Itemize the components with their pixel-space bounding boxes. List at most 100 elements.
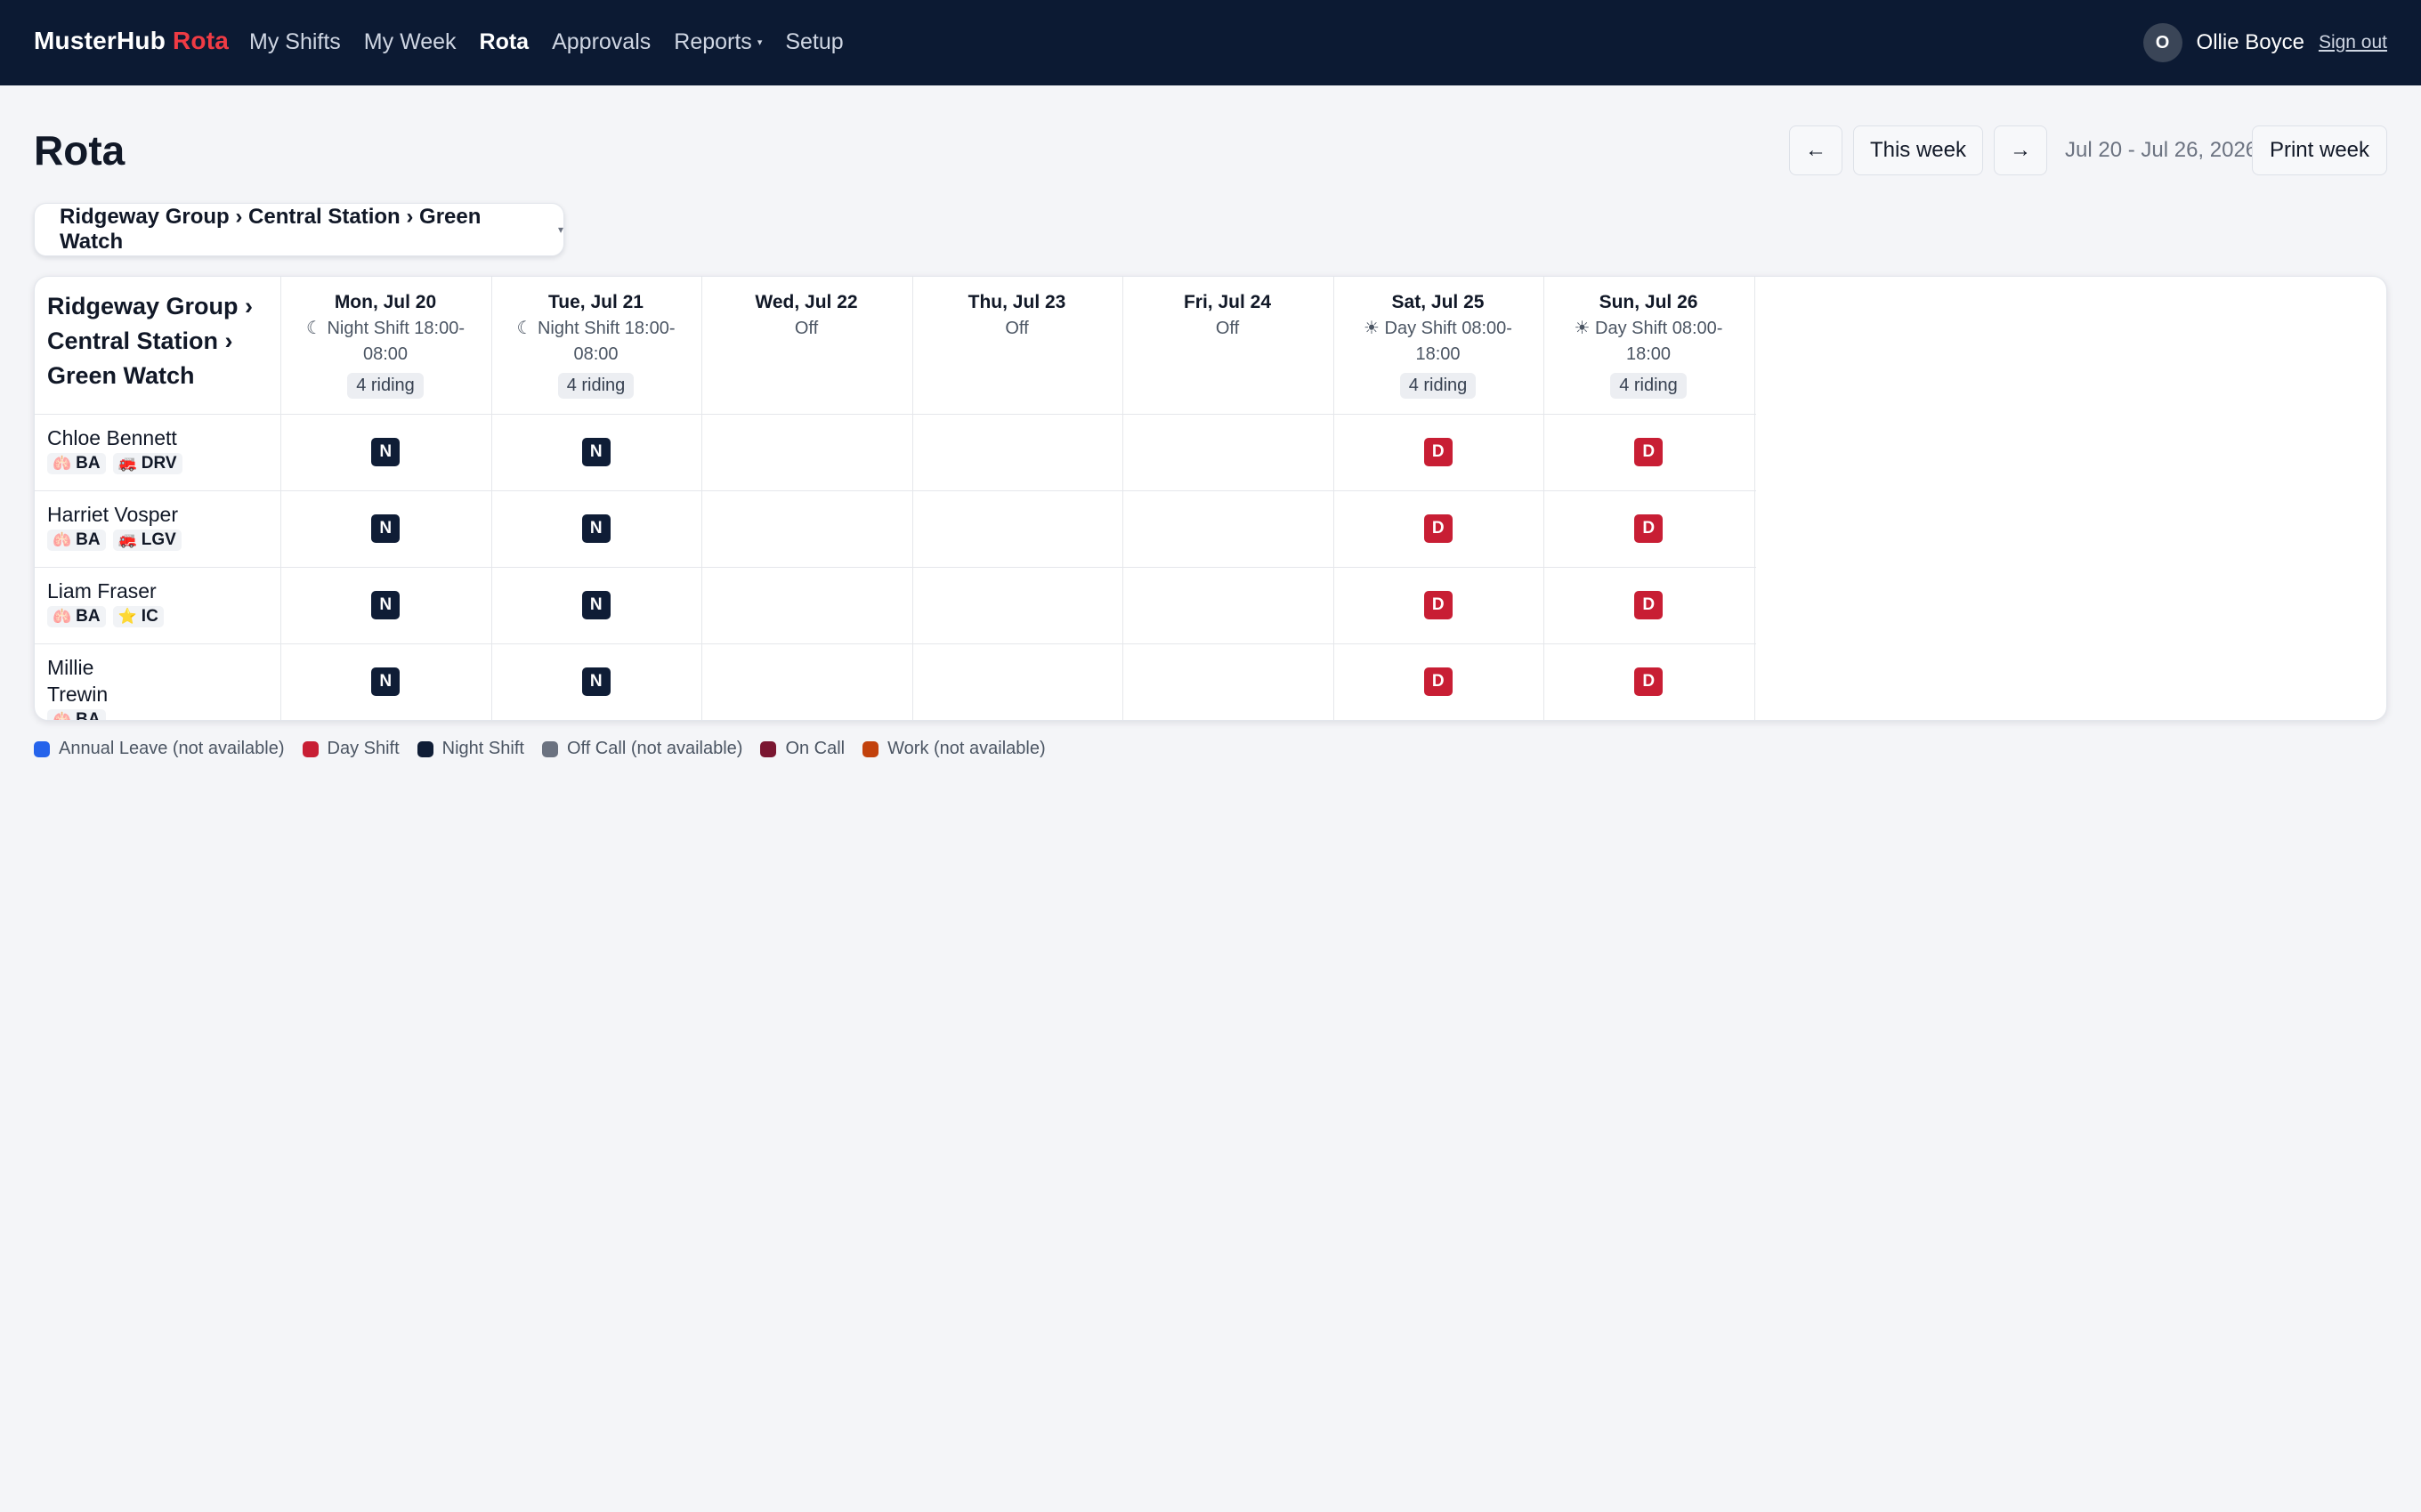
skill-tags: 🫁 BA (47, 709, 108, 720)
day-shift-text: Day Shift 08:00-18:00 (1595, 319, 1723, 364)
star-icon: ⭐ (117, 608, 137, 625)
next-week-button[interactable]: → (1994, 125, 2047, 175)
skill-tag: 🫁 BA (47, 453, 106, 474)
legend-item: Off Call (not available) (541, 739, 743, 759)
nav-rota[interactable]: Rota (480, 29, 530, 55)
caret-down-icon: ▾ (757, 37, 763, 48)
day-header: Thu, Jul 23 Off (912, 289, 1122, 342)
legend-item: Annual Leave (not available) (34, 739, 285, 759)
legend-swatch (302, 740, 319, 757)
skill-tag: 🫁 BA (47, 709, 106, 720)
shift-legend: Annual Leave (not available) Day Shift Nig… (34, 739, 1064, 759)
print-week-button[interactable]: Print week (2252, 125, 2387, 175)
person-name[interactable]: Millie Trewin (47, 654, 108, 707)
night-shift-badge[interactable]: N (581, 514, 611, 543)
person-cell: Liam Fraser 🫁 BA ⭐ IC (47, 578, 164, 627)
day-shift-badge[interactable]: D (1634, 591, 1664, 619)
grid-column-divider (1753, 277, 1755, 720)
previous-week-button[interactable]: ← (1789, 125, 1842, 175)
person-cell: Millie Trewin 🫁 BA (47, 654, 108, 720)
day-shift-text: Day Shift 08:00-18:00 (1384, 319, 1512, 364)
nav-approvals[interactable]: Approvals (552, 29, 651, 55)
person-name[interactable]: Liam Fraser (47, 578, 164, 604)
this-week-button[interactable]: This week (1853, 125, 1983, 175)
day-shift-label: Off (701, 316, 911, 342)
legend-swatch (862, 740, 879, 757)
skill-tag: 🚒 LGV (112, 530, 182, 551)
day-shift-label: ☀ Day Shift 08:00-18:00 (1543, 316, 1753, 368)
night-shift-badge[interactable]: N (371, 667, 401, 696)
skill-code: BA (76, 530, 101, 549)
day-shift-label: Off (912, 316, 1122, 342)
day-shift-label: ☾ Night Shift 18:00-08:00 (491, 316, 701, 368)
day-name: Mon, Jul 20 (334, 292, 437, 312)
legend-swatch (417, 740, 433, 757)
avatar[interactable]: O (2142, 23, 2182, 62)
sign-out-link[interactable]: Sign out (2319, 32, 2387, 53)
lungs-icon: 🫁 (53, 608, 72, 625)
night-shift-badge[interactable]: N (371, 438, 401, 466)
skill-code: BA (76, 607, 101, 626)
skill-tag: 🫁 BA (47, 606, 106, 627)
riding-count-badge: 4 riding (347, 373, 424, 399)
grid-unit-title: Ridgeway Group › Central Station › Green… (47, 293, 254, 389)
day-shift-badge[interactable]: D (1634, 438, 1664, 466)
night-shift-badge[interactable]: N (581, 591, 611, 619)
day-shift-label: Off (1122, 316, 1332, 342)
day-shift-badge[interactable]: D (1634, 667, 1664, 696)
day-shift-label: ☾ Night Shift 18:00-08:00 (280, 316, 490, 368)
grid-column-divider (701, 277, 702, 720)
day-name: Thu, Jul 23 (968, 292, 1066, 312)
night-shift-badge[interactable]: N (371, 591, 401, 619)
day-name: Wed, Jul 22 (755, 292, 858, 312)
brand-accent: Rota (173, 27, 230, 54)
legend-item: Day Shift (302, 739, 400, 759)
nav-reports-label: Reports (674, 29, 752, 54)
day-shift-badge[interactable]: D (1423, 438, 1453, 466)
grid-row-divider (35, 643, 1756, 644)
legend-item: On Call (760, 739, 845, 759)
person-cell: Harriet Vosper 🫁 BA 🚒 LGV (47, 501, 182, 551)
day-name: Fri, Jul 24 (1183, 292, 1272, 312)
day-shift-badge[interactable]: D (1423, 591, 1453, 619)
day-name: Sat, Jul 25 (1391, 292, 1485, 312)
unit-selector-value: Ridgeway Group › Central Station › Green… (60, 205, 482, 254)
fire-engine-icon: 🚒 (117, 531, 137, 548)
person-name[interactable]: Harriet Vosper (47, 501, 182, 528)
night-shift-badge[interactable]: N (581, 667, 611, 696)
day-shift-text: Night Shift 18:00-08:00 (327, 319, 466, 364)
lungs-icon: 🫁 (53, 455, 72, 472)
legend-label: Off Call (not available) (566, 739, 743, 758)
nav-my-week[interactable]: My Week (364, 29, 457, 55)
nav-reports[interactable]: Reports ▾ (674, 29, 762, 55)
nav-my-shifts[interactable]: My Shifts (249, 29, 341, 55)
day-header: Sun, Jul 26 ☀ Day Shift 08:00-18:00 4 ridi… (1543, 289, 1753, 399)
night-shift-badge[interactable]: N (581, 438, 611, 466)
arrow-left-icon: ← (1805, 138, 1826, 162)
day-header: Fri, Jul 24 Off (1122, 289, 1332, 342)
nav-setup[interactable]: Setup (785, 29, 843, 55)
legend-swatch (760, 740, 777, 757)
app-logo[interactable]: MusterHub Rota (34, 27, 229, 55)
legend-label: Annual Leave (not available) (59, 739, 285, 758)
unit-selector[interactable]: Ridgeway Group › Central Station › Green… (34, 203, 564, 256)
night-shift-badge[interactable]: N (371, 514, 401, 543)
page-title: Rota (34, 127, 126, 174)
skill-tag: 🚒 DRV (112, 453, 182, 474)
day-shift-text: Night Shift 18:00-08:00 (537, 319, 676, 364)
person-name[interactable]: Chloe Bennett (47, 424, 182, 451)
day-name: Tue, Jul 21 (548, 292, 644, 312)
brand-name: MusterHub (34, 27, 166, 54)
day-shift-badge[interactable]: D (1634, 514, 1664, 543)
day-shift-label: ☀ Day Shift 08:00-18:00 (1333, 316, 1543, 368)
grid-row-divider (35, 414, 1756, 415)
legend-label: Day Shift (327, 739, 400, 758)
date-range-label: Jul 20 - Jul 26, 2026 (2065, 138, 2258, 162)
skill-code: LGV (141, 530, 176, 549)
legend-label: On Call (785, 739, 846, 758)
lungs-icon: 🫁 (53, 531, 72, 548)
skill-tag: ⭐ IC (112, 606, 164, 627)
day-shift-badge[interactable]: D (1423, 667, 1453, 696)
day-shift-badge[interactable]: D (1423, 514, 1453, 543)
day-name: Sun, Jul 26 (1599, 292, 1698, 312)
